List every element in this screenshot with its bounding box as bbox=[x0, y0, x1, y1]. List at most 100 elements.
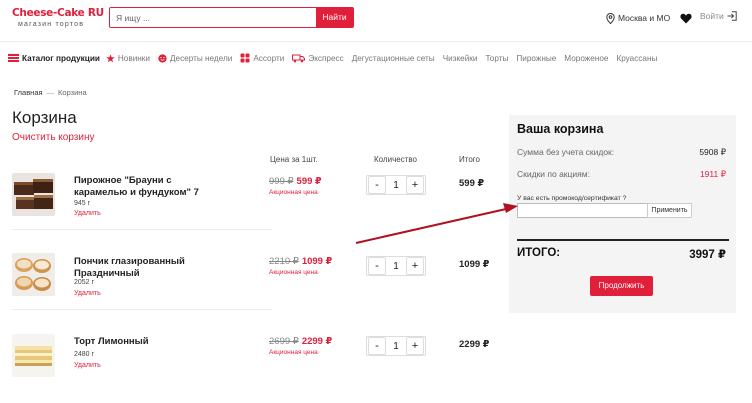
summary-divider bbox=[517, 239, 729, 241]
item-price: 2210 ₽1099 ₽ bbox=[269, 256, 332, 267]
nav-item-new[interactable]: Новинки bbox=[106, 54, 150, 63]
header: Cheese-Cake RU магазин тортов Найти Моск… bbox=[0, 0, 752, 38]
nav-item-label: Новинки bbox=[117, 53, 150, 63]
category-nav: Каталог продукции Новинки Десерты недели… bbox=[8, 50, 665, 66]
qty-value[interactable]: 1 bbox=[393, 261, 399, 272]
item-name[interactable]: Пончик глазированный Праздничный bbox=[74, 256, 214, 280]
search-box: Найти bbox=[109, 7, 354, 28]
nav-item-desserts[interactable]: Десерты недели bbox=[158, 54, 232, 63]
smile-icon bbox=[158, 53, 167, 63]
qty-minus-button[interactable]: - bbox=[368, 337, 386, 355]
location-selector[interactable]: Москва и МО bbox=[606, 11, 670, 25]
subtotal-label: Сумма без учета скидок: bbox=[517, 147, 615, 157]
nav-item-cakes[interactable]: Торты bbox=[485, 54, 508, 63]
item-price: 999 ₽599 ₽ bbox=[269, 176, 322, 187]
qty-plus-button[interactable]: + bbox=[406, 176, 424, 194]
item-name[interactable]: Пирожное "Брауни с карамелью и фундуком"… bbox=[74, 175, 214, 199]
item-name[interactable]: Торт Лимонный bbox=[74, 336, 214, 348]
search-input[interactable] bbox=[110, 8, 318, 27]
item-sale-price: 2299 ₽ bbox=[301, 336, 333, 347]
product-image[interactable] bbox=[12, 253, 55, 296]
breadcrumb-current: Корзина bbox=[58, 88, 87, 97]
promo-label: У вас есть промокод/сертификат ? bbox=[517, 195, 627, 202]
quantity-stepper: - 1 + bbox=[366, 175, 426, 195]
nav-item-label: Десерты недели bbox=[169, 53, 233, 63]
nav-item-assorti[interactable]: Ассорти bbox=[240, 53, 284, 63]
item-weight: 2480 г bbox=[74, 351, 95, 358]
apply-promo-button[interactable]: Применить bbox=[647, 203, 692, 218]
discount-value: 1911 ₽ bbox=[699, 169, 726, 179]
cart-item: Торт Лимонный 2480 г Удалить bbox=[12, 334, 272, 394]
item-total: 1099 ₽ bbox=[459, 259, 490, 270]
item-price-note: Акционная цена bbox=[269, 269, 318, 276]
nav-item-label: Мороженое bbox=[564, 53, 609, 63]
nav-item-tasting-sets[interactable]: Дегустационные сеты bbox=[352, 54, 435, 63]
col-head-qty: Количество bbox=[374, 155, 417, 164]
qty-value[interactable]: 1 bbox=[393, 180, 399, 191]
cart-summary: Ваша корзина Сумма без учета скидок: 590… bbox=[509, 115, 736, 313]
product-image[interactable] bbox=[12, 173, 55, 216]
nav-item-icecream[interactable]: Мороженое bbox=[564, 54, 608, 63]
login-icon bbox=[727, 11, 737, 21]
qty-minus-button[interactable]: - bbox=[368, 257, 386, 275]
continue-button[interactable]: Продолжить bbox=[590, 276, 653, 296]
cart-item: Пирожное "Брауни с карамелью и фундуком"… bbox=[12, 173, 272, 233]
item-price-note: Акционная цена bbox=[269, 189, 318, 196]
breadcrumb-home[interactable]: Главная bbox=[14, 88, 43, 97]
nav-catalog-label: Каталог продукции bbox=[22, 53, 100, 63]
item-total: 599 ₽ bbox=[459, 178, 485, 189]
map-pin-icon bbox=[606, 12, 615, 24]
login-button[interactable]: Войти bbox=[700, 11, 737, 21]
qty-plus-button[interactable]: + bbox=[406, 337, 424, 355]
location-label: Москва и МО bbox=[618, 13, 671, 23]
item-price: 2699 ₽2299 ₽ bbox=[269, 336, 332, 347]
item-delete-link[interactable]: Удалить bbox=[74, 210, 101, 217]
quantity-stepper: - 1 + bbox=[366, 336, 426, 356]
nav-item-pastries[interactable]: Пирожные bbox=[516, 54, 556, 63]
header-divider bbox=[0, 41, 752, 42]
truck-icon bbox=[292, 54, 306, 62]
nav-item-express[interactable]: Экспресс bbox=[292, 53, 344, 63]
row-divider bbox=[12, 229, 272, 230]
search-button[interactable]: Найти bbox=[316, 7, 353, 28]
item-old-price: 2210 ₽ bbox=[269, 256, 299, 267]
item-delete-link[interactable]: Удалить bbox=[74, 362, 101, 369]
favorites-button[interactable] bbox=[680, 11, 692, 29]
clear-cart-link[interactable]: Очистить корзину bbox=[12, 132, 95, 143]
promo-code-input[interactable] bbox=[517, 203, 652, 218]
quantity-stepper: - 1 + bbox=[366, 256, 426, 276]
item-sale-price: 1099 ₽ bbox=[301, 256, 333, 267]
page-title: Корзина bbox=[12, 108, 77, 127]
logo[interactable]: Cheese-Cake RU магазин тортов bbox=[12, 7, 104, 33]
qty-minus-button[interactable]: - bbox=[368, 176, 386, 194]
nav-item-label: Дегустационные сеты bbox=[351, 53, 435, 63]
nav-item-label: Экспресс bbox=[308, 53, 344, 63]
nav-item-label: Круассаны bbox=[616, 53, 658, 63]
item-delete-link[interactable]: Удалить bbox=[74, 290, 101, 297]
qty-plus-button[interactable]: + bbox=[406, 257, 424, 275]
heart-icon bbox=[680, 13, 692, 24]
col-head-price: Цена за 1шт. bbox=[270, 155, 318, 164]
nav-catalog[interactable]: Каталог продукции bbox=[8, 54, 100, 63]
logo-tagline: магазин тортов bbox=[18, 21, 85, 28]
login-label: Войти bbox=[700, 11, 724, 21]
product-image[interactable] bbox=[12, 334, 55, 377]
row-divider bbox=[12, 309, 272, 310]
item-weight: 2052 г bbox=[74, 279, 95, 286]
summary-title: Ваша корзина bbox=[517, 122, 604, 136]
item-old-price: 999 ₽ bbox=[269, 176, 294, 187]
grand-total-value: 3997 ₽ bbox=[689, 249, 726, 261]
menu-icon bbox=[8, 54, 19, 62]
item-price-note: Акционная цена bbox=[269, 349, 318, 356]
qty-value[interactable]: 1 bbox=[393, 341, 399, 352]
item-old-price: 2699 ₽ bbox=[269, 336, 299, 347]
cart-item: Пончик глазированный Праздничный 2052 г … bbox=[12, 253, 272, 313]
nav-item-cheesecakes[interactable]: Чизкейки bbox=[443, 54, 478, 63]
subtotal-value: 5908 ₽ bbox=[699, 147, 726, 157]
grand-total-label: ИТОГО: bbox=[517, 247, 561, 259]
item-total: 2299 ₽ bbox=[459, 339, 490, 350]
nav-item-label: Пирожные bbox=[516, 53, 557, 63]
nav-item-croissants[interactable]: Круассаны bbox=[616, 54, 657, 63]
nav-item-label: Ассорти bbox=[253, 53, 285, 63]
grid-icon bbox=[240, 53, 250, 63]
